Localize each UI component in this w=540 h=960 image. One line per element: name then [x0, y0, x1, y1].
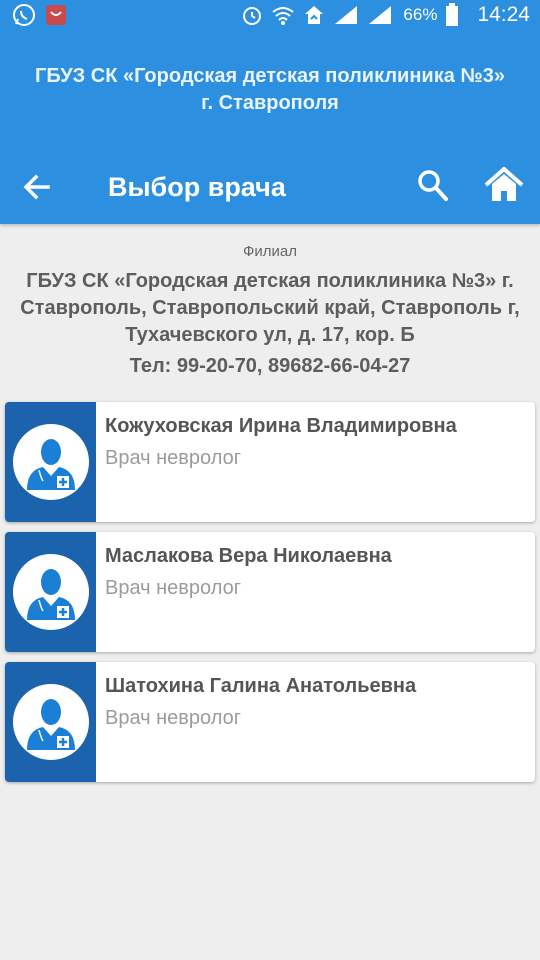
battery-percent: 66% [403, 5, 438, 24]
avatar-panel [5, 532, 96, 652]
doctor-avatar [12, 554, 89, 630]
sync-icon [303, 4, 325, 26]
wifi-icon [271, 4, 295, 26]
whatsapp-icon [12, 3, 36, 27]
doctor-specialty: Врач невролог [105, 707, 242, 729]
doctor-avatar [12, 424, 89, 500]
clock: 14:24 [477, 3, 530, 26]
page-title: Выбор врача [108, 172, 286, 202]
avatar-panel [5, 402, 96, 522]
branch-name: ГБУЗ СК «Городская детская поликлиника №… [20, 270, 520, 346]
alarm-icon [241, 4, 263, 26]
branch-phone: Тел: 99-20-70, 89682-66-04-27 [129, 355, 411, 377]
back-button[interactable] [20, 170, 54, 204]
doctor-specialty: Врач невролог [105, 447, 242, 469]
doctor-specialty: Врач невролог [105, 577, 242, 599]
doctor-name: Маслакова Вера Николаевна [105, 545, 392, 567]
doctor-list: Кожуховская Ирина Владимировна Врач невр… [0, 380, 540, 782]
doctor-avatar [12, 684, 89, 760]
org-title: ГБУЗ СК «Городская детская поликлиника №… [35, 65, 505, 114]
toolbar: Выбор врача [0, 150, 540, 224]
branch-label: Филиал [242, 243, 297, 260]
signal-icon [333, 4, 359, 26]
branch-info: Филиал ГБУЗ СК «Городская детская поликл… [0, 224, 540, 380]
doctor-icon [26, 569, 75, 620]
doctor-card[interactable]: Маслакова Вера Николаевна Врач невролог [5, 532, 535, 652]
search-button[interactable] [416, 168, 450, 204]
status-bar: 66% 14:24 [0, 0, 540, 30]
avatar-panel [5, 662, 96, 782]
home-icon [484, 167, 524, 201]
doctor-icon [26, 699, 75, 750]
battery-icon [445, 3, 459, 27]
signal-icon [367, 4, 393, 26]
home-button[interactable] [484, 166, 524, 204]
doctor-name: Кожуховская Ирина Владимировна [105, 415, 457, 437]
back-arrow-icon [23, 174, 50, 200]
search-icon [418, 170, 448, 201]
org-header: ГБУЗ СК «Городская детская поликлиника №… [0, 30, 540, 150]
doctor-card[interactable]: Шатохина Галина Анатольевна Врач невроло… [5, 662, 535, 782]
doctor-name: Шатохина Галина Анатольевна [105, 675, 417, 697]
doctor-card[interactable]: Кожуховская Ирина Владимировна Врач невр… [5, 402, 535, 522]
doctor-icon [26, 439, 75, 490]
app-notification-icon [44, 3, 68, 27]
